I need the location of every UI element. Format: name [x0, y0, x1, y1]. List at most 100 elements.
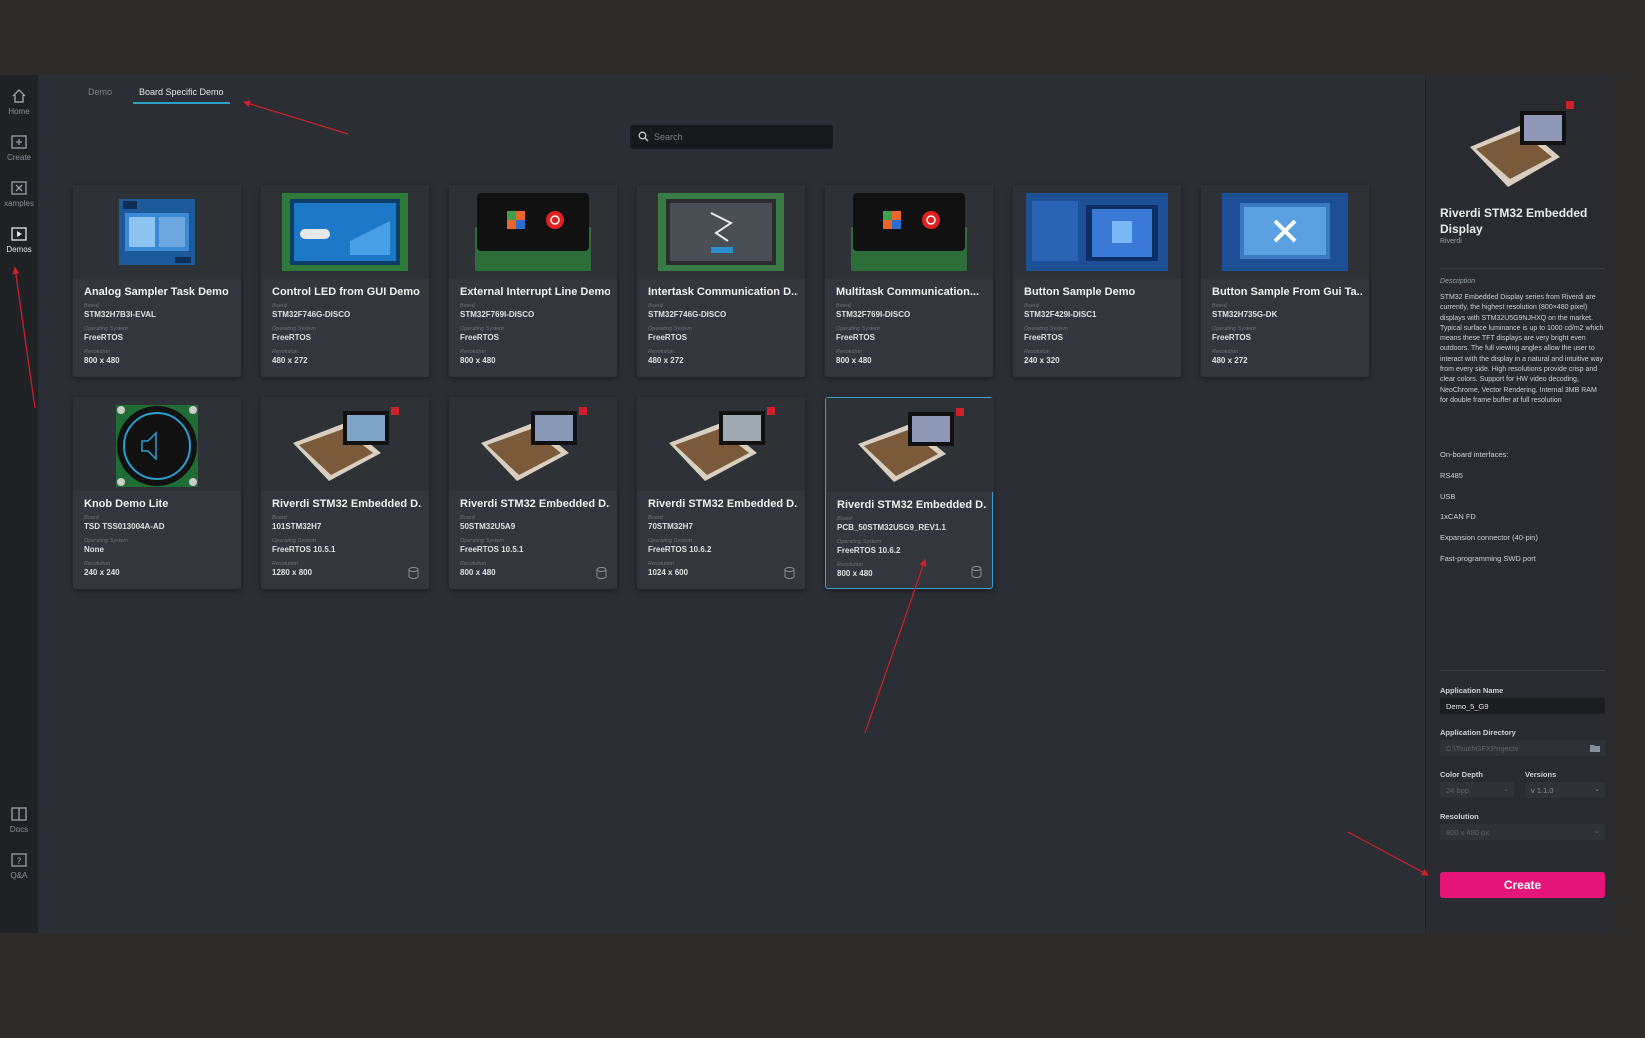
- card-title: Riverdi STM32 Embedded D...: [837, 499, 987, 511]
- board-image: [1013, 185, 1181, 279]
- resolution-label: Resolution: [837, 562, 863, 568]
- divider: [1440, 670, 1605, 671]
- nav-qa-label: Q&A: [10, 871, 28, 880]
- tab-demo[interactable]: Demo: [82, 87, 118, 102]
- nav-create[interactable]: Create: [0, 127, 38, 169]
- details-panel: Riverdi STM32 Embedded Display Riverdi D…: [1425, 75, 1612, 933]
- resolution-label: Resolution: [272, 561, 298, 567]
- demo-card[interactable]: Riverdi STM32 Embedded D... Board 50STM3…: [449, 397, 617, 589]
- demo-card[interactable]: Intertask Communication D... Board STM32…: [637, 185, 805, 377]
- create-icon: [11, 135, 27, 149]
- color-depth-value: 24 bpp: [1446, 786, 1469, 795]
- app-dir-value: C:\TouchGFXProjects: [1446, 744, 1519, 753]
- os-label: Operating System: [837, 539, 882, 545]
- os-value: FreeRTOS: [1212, 333, 1251, 342]
- create-button[interactable]: Create: [1440, 872, 1605, 898]
- demo-card[interactable]: Riverdi STM32 Embedded D... Board 101STM…: [261, 397, 429, 589]
- board-label: Board: [648, 515, 663, 521]
- panel-title: Riverdi STM32 Embedded Display: [1440, 206, 1588, 236]
- board-label: Board: [1024, 303, 1039, 309]
- app-name-field[interactable]: Demo_5_G9: [1440, 698, 1605, 714]
- color-depth-label: Color Depth: [1440, 770, 1483, 779]
- nav-home-label: Home: [8, 107, 30, 116]
- app-window: Home Create xamples Demos Docs ? Q&A Dem…: [0, 75, 1612, 933]
- os-value: FreeRTOS: [648, 333, 687, 342]
- app-dir-field[interactable]: C:\TouchGFXProjects: [1440, 740, 1605, 756]
- board-value: 70STM32H7: [648, 522, 693, 531]
- database-icon: [408, 567, 419, 579]
- chevron-down-icon: ⌄: [1594, 786, 1600, 793]
- divider: [1440, 268, 1605, 269]
- os-value: FreeRTOS 10.5.1: [460, 545, 524, 554]
- search-icon: [638, 131, 649, 142]
- resolution-label: Resolution: [460, 561, 486, 567]
- os-label: Operating System: [460, 326, 505, 332]
- nav-docs[interactable]: Docs: [0, 799, 38, 841]
- board-label: Board: [84, 303, 99, 309]
- resolution-value: 800 x 480: [460, 568, 496, 577]
- os-value: FreeRTOS: [1024, 333, 1063, 342]
- resolution-label: Resolution: [648, 349, 674, 355]
- versions-select[interactable]: v 1.1.0 ⌄: [1525, 782, 1605, 798]
- resolution-label: Resolution: [272, 349, 298, 355]
- color-depth-select[interactable]: 24 bpp ⌄: [1440, 782, 1514, 798]
- card-title: Analog Sampler Task Demo: [84, 286, 229, 298]
- demo-card[interactable]: Riverdi STM32 Embedded D... Board 70STM3…: [637, 397, 805, 589]
- demo-card[interactable]: External Interrupt Line Demo Board STM32…: [449, 185, 617, 377]
- demo-card[interactable]: Knob Demo Lite Board TSD TSS013004A-AD O…: [73, 397, 241, 589]
- board-label: Board: [460, 303, 475, 309]
- board-image: [1201, 185, 1369, 279]
- resolution-label: Resolution: [84, 561, 110, 567]
- card-title: Riverdi STM32 Embedded D...: [272, 498, 422, 510]
- os-value: FreeRTOS: [460, 333, 499, 342]
- resolution-value: 800 x 480: [837, 569, 873, 578]
- board-label: Board: [272, 515, 287, 521]
- nav-demos[interactable]: Demos: [0, 219, 38, 261]
- resolution-select[interactable]: 800 x 480 px ⌄: [1440, 824, 1605, 840]
- nav-home[interactable]: Home: [0, 81, 38, 123]
- panel-vendor: Riverdi: [1440, 238, 1462, 245]
- resolution-value: 1024 x 600: [648, 568, 689, 577]
- resolution-label: Resolution: [1212, 349, 1238, 355]
- board-thumbnail: [1470, 101, 1574, 187]
- demo-card-selected[interactable]: Riverdi STM32 Embedded D... Board PCB_50…: [825, 397, 994, 589]
- os-label: Operating System: [84, 326, 129, 332]
- os-label: Operating System: [460, 538, 505, 544]
- main-content: Demo Board Specific Demo Analog Sampler …: [38, 75, 1425, 933]
- demo-card[interactable]: Button Sample Demo Board STM32F429I-DISC…: [1013, 185, 1181, 377]
- os-label: Operating System: [1024, 326, 1069, 332]
- interface-item: Fast-programming SWD port: [1440, 554, 1536, 563]
- resolution-value: 800 x 480: [84, 356, 120, 365]
- resolution-field-value: 800 x 480 px: [1446, 828, 1489, 837]
- board-label: Board: [837, 516, 852, 522]
- demos-icon: [11, 227, 27, 241]
- os-label: Operating System: [648, 538, 693, 544]
- database-icon: [596, 567, 607, 579]
- nav-demos-label: Demos: [6, 245, 32, 254]
- demo-card[interactable]: Button Sample From Gui Ta... Board STM32…: [1201, 185, 1369, 377]
- board-value: PCB_50STM32U5G9_REV1.1: [837, 523, 946, 532]
- folder-icon[interactable]: [1590, 744, 1600, 752]
- board-value: 50STM32U5A9: [460, 522, 516, 531]
- demo-card[interactable]: Control LED from GUI Demo Board STM32F74…: [261, 185, 429, 377]
- nav-qa[interactable]: ? Q&A: [0, 845, 38, 887]
- search-input[interactable]: [654, 125, 824, 149]
- card-title: Button Sample From Gui Ta...: [1212, 286, 1362, 298]
- demo-card[interactable]: Multitask Communication... Board STM32F7…: [825, 185, 993, 377]
- description-text: STM32 Embedded Display series from River…: [1440, 294, 1604, 404]
- docs-icon: [11, 807, 27, 821]
- tab-board-specific-demo[interactable]: Board Specific Demo: [133, 87, 230, 104]
- board-image: [449, 397, 617, 491]
- demo-card[interactable]: Analog Sampler Task Demo Board STM32H7B3…: [73, 185, 241, 377]
- versions-label: Versions: [1525, 770, 1557, 779]
- resolution-label: Resolution: [1024, 349, 1050, 355]
- svg-text:?: ?: [17, 857, 22, 867]
- board-image: [449, 185, 617, 279]
- resolution-value: 480 x 272: [648, 356, 684, 365]
- board-label: Board: [1212, 303, 1227, 309]
- search-box[interactable]: [630, 125, 833, 149]
- board-value: TSD TSS013004A-AD: [84, 522, 165, 531]
- os-label: Operating System: [272, 538, 317, 544]
- nav-examples[interactable]: xamples: [0, 173, 38, 215]
- card-title: Intertask Communication D...: [648, 286, 798, 298]
